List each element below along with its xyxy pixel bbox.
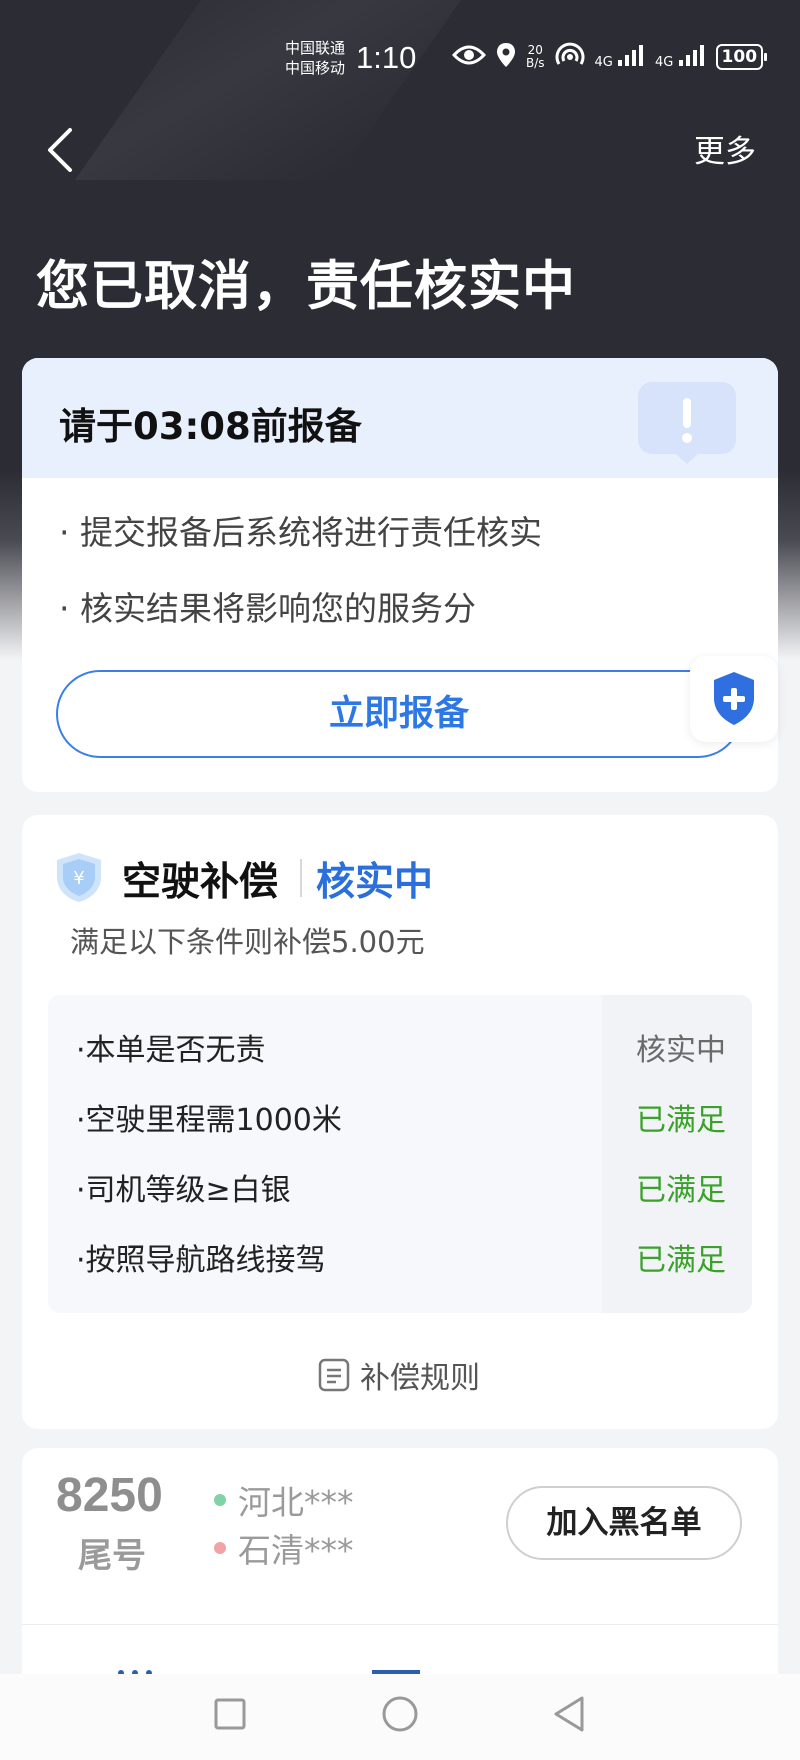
- report-card-header: 请于03:08前报备: [22, 358, 778, 478]
- compensation-status: 核实中: [316, 860, 434, 905]
- more-button[interactable]: 更多: [694, 126, 756, 171]
- condition-row: ·空驶里程需1000米 已满足: [48, 1083, 752, 1153]
- svg-text:¥: ¥: [73, 868, 84, 889]
- safety-shield-button[interactable]: [690, 656, 778, 742]
- status-bar: 中国联通 中国移动 1:10 20 B/s 4G 4G 100: [0, 34, 800, 86]
- home-icon[interactable]: [378, 1692, 422, 1736]
- report-note-1: · 提交报备后系统将进行责任核实: [59, 513, 542, 552]
- signal-2: 4G: [655, 44, 706, 70]
- carrier-2: 中国移动: [285, 59, 346, 77]
- condition-label: ·本单是否无责: [76, 1033, 266, 1068]
- signal-1-label: 4G: [594, 55, 613, 70]
- back-triangle-icon[interactable]: [548, 1692, 592, 1736]
- net-speed: 20 B/s: [526, 44, 545, 70]
- compensation-rules-link[interactable]: 补偿规则: [318, 1353, 480, 1397]
- header-decor-stripe: [74, 0, 546, 180]
- status-icons: 20 B/s 4G 4G 100: [451, 42, 767, 72]
- title-divider: [300, 859, 302, 897]
- hotspot-icon: [555, 42, 585, 72]
- alert-bubble-icon: [638, 382, 736, 464]
- conditions-list: ·本单是否无责 核实中 ·空驶里程需1000米 已满足 ·司机等级≥白银 已满足…: [48, 995, 752, 1313]
- page-title: 您已取消，责任核实中: [36, 256, 576, 317]
- condition-row: ·本单是否无责 核实中: [48, 1013, 752, 1083]
- phone-tail-number: 8250: [56, 1469, 163, 1522]
- route-to: 石清***: [214, 1524, 354, 1572]
- recent-apps-icon[interactable]: [208, 1692, 252, 1736]
- eye-icon: [451, 43, 487, 71]
- chevron-left-icon: [48, 128, 72, 172]
- report-now-button[interactable]: 立即报备: [56, 670, 742, 758]
- condition-label: ·司机等级≥白银: [76, 1173, 291, 1208]
- report-deadline-title: 请于03:08前报备: [59, 405, 362, 448]
- origin-dot-icon: [214, 1494, 226, 1506]
- condition-status: 核实中: [636, 1033, 726, 1068]
- condition-label: ·空驶里程需1000米: [76, 1103, 342, 1138]
- destination-dot-icon: [214, 1542, 226, 1554]
- compensation-subtitle: 满足以下条件则补偿5.00元: [70, 925, 425, 959]
- system-navigation-bar: [0, 1674, 800, 1760]
- passenger-card: 8250 尾号 河北*** 石清*** 加入黑名单: [22, 1448, 778, 1688]
- signal-1: 4G: [595, 44, 646, 70]
- destination-text: 石清***: [238, 1531, 354, 1570]
- document-icon: [318, 1358, 350, 1392]
- card-divider: [22, 1624, 778, 1625]
- route-from: 河北***: [214, 1476, 354, 1524]
- battery-icon: 100: [715, 44, 767, 70]
- condition-status: 已满足: [636, 1173, 726, 1208]
- phone-tail-label: 尾号: [78, 1536, 146, 1576]
- carrier-names: 中国联通 中国移动: [285, 38, 345, 78]
- back-button[interactable]: [40, 120, 80, 180]
- condition-status: 已满足: [636, 1243, 726, 1278]
- rules-label: 补偿规则: [360, 1361, 480, 1396]
- report-note-2: · 核实结果将影响您的服务分: [59, 589, 476, 628]
- condition-row: ·按照导航路线接驾 已满足: [48, 1223, 752, 1293]
- location-icon: [496, 42, 516, 72]
- origin-text: 河北***: [238, 1483, 354, 1522]
- net-speed-unit: B/s: [526, 56, 545, 70]
- carrier-1: 中国联通: [285, 39, 346, 57]
- condition-label: ·按照导航路线接驾: [76, 1243, 326, 1278]
- report-card: 请于03:08前报备 · 提交报备后系统将进行责任核实 · 核实结果将影响您的服…: [22, 358, 778, 792]
- signal-bars-icon: [618, 45, 644, 66]
- compensation-title: 空驶补偿: [122, 860, 279, 905]
- signal-2-label: 4G: [655, 55, 674, 70]
- condition-status: 已满足: [636, 1103, 726, 1138]
- status-time: 1:10: [356, 40, 417, 75]
- condition-row: ·司机等级≥白银 已满足: [48, 1153, 752, 1223]
- shield-plus-icon: [714, 672, 754, 725]
- yen-shield-icon: ¥: [57, 853, 101, 902]
- compensation-card: ¥ 空驶补偿 核实中 满足以下条件则补偿5.00元 ·本单是否无责 核实中 ·空…: [22, 815, 778, 1429]
- add-to-blacklist-button[interactable]: 加入黑名单: [506, 1486, 742, 1560]
- signal-bars-icon: [678, 45, 704, 66]
